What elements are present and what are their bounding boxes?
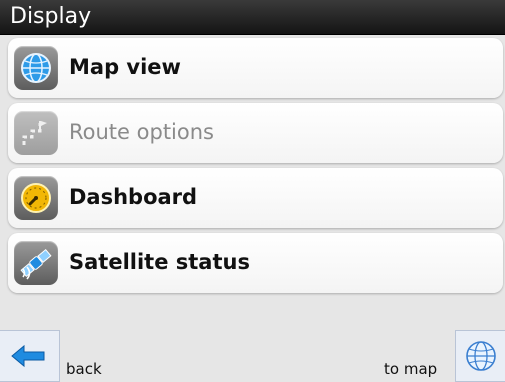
title-bar: Display: [0, 0, 505, 35]
globe-icon: [466, 341, 496, 371]
menu-list: Map view Route options Dashboard Satelli…: [8, 38, 503, 298]
menu-item-label: Satellite status: [69, 250, 250, 274]
satellite-icon: [14, 241, 58, 285]
menu-item-label: Dashboard: [69, 185, 198, 209]
gauge-icon: [14, 176, 58, 220]
menu-item-satellite-status[interactable]: Satellite status: [8, 233, 503, 293]
back-button[interactable]: [0, 330, 60, 382]
to-map-label: to map: [384, 360, 438, 378]
menu-item-map-view[interactable]: Map view: [8, 38, 503, 98]
menu-item-route-options[interactable]: Route options: [8, 103, 503, 163]
menu-item-dashboard[interactable]: Dashboard: [8, 168, 503, 228]
globe-icon: [14, 46, 58, 90]
page-title: Display: [10, 4, 92, 29]
back-label: back: [66, 360, 102, 378]
back-arrow-icon: [11, 344, 45, 368]
menu-item-label: Route options: [69, 120, 214, 144]
bottom-bar: back to map: [0, 330, 505, 382]
route-icon: [14, 111, 58, 155]
menu-item-label: Map view: [69, 55, 181, 79]
to-map-button[interactable]: [455, 330, 505, 382]
